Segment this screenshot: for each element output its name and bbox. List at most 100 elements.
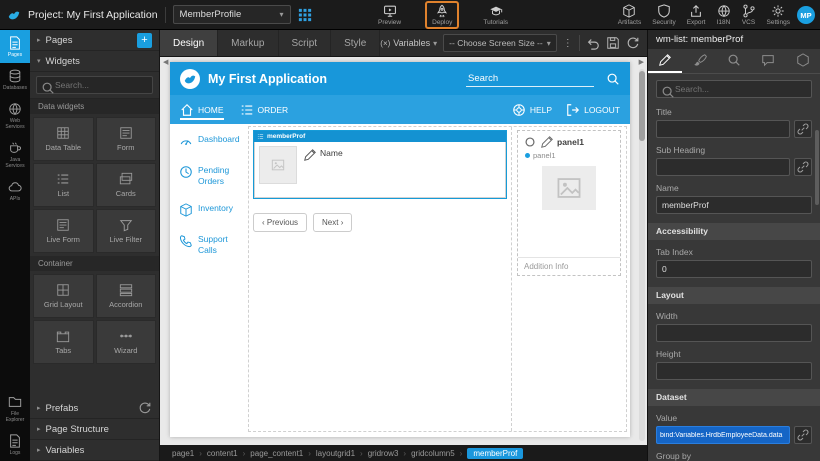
nav-item-order[interactable]: ORDER xyxy=(240,95,289,124)
sidenav-item-dashboard[interactable]: Dashboard xyxy=(179,134,248,148)
width-input[interactable] xyxy=(656,324,812,342)
rail-item-file-explorer[interactable]: File Explorer xyxy=(0,389,30,428)
app-wave-icon xyxy=(183,72,197,86)
properties-search-input[interactable] xyxy=(656,80,812,98)
canvas-scrollbar-thumb[interactable] xyxy=(639,71,645,141)
vcs-button[interactable]: VCS xyxy=(742,4,756,26)
widget-tile-form[interactable]: Form xyxy=(96,117,157,161)
member-list-widget[interactable]: memberProf Name xyxy=(253,130,507,199)
height-input[interactable] xyxy=(656,362,812,380)
sidebar-section-widgets[interactable]: ▾ Widgets xyxy=(30,51,159,72)
widget-tile-wizard[interactable]: Wizard xyxy=(96,320,157,364)
previous-page-button[interactable]: ‹ Previous xyxy=(253,213,307,232)
widget-tile-list[interactable]: List xyxy=(33,163,94,207)
sidenav-item-inventory[interactable]: Inventory xyxy=(179,203,248,217)
breadcrumb-content1[interactable]: content1 xyxy=(207,449,238,458)
panel-widget[interactable]: panel1 panel1 Addition Info xyxy=(517,130,621,276)
rail-item-apis[interactable]: APIs xyxy=(0,174,30,207)
user-avatar[interactable]: MP xyxy=(797,6,815,24)
tab-style[interactable]: Style xyxy=(331,30,380,56)
widget-tile-live-form[interactable]: Live Form xyxy=(33,209,94,253)
sidebar-section-prefabs[interactable]: ▸ Prefabs xyxy=(30,398,159,419)
breadcrumb-page-content1[interactable]: page_content1 xyxy=(250,449,303,458)
tab-events[interactable] xyxy=(751,49,785,73)
rail-item-pages[interactable]: Pages xyxy=(0,30,30,63)
tab-design[interactable]: Design xyxy=(160,30,218,56)
widget-tile-cards[interactable]: Cards xyxy=(96,163,157,207)
panel-image-placeholder[interactable] xyxy=(542,166,596,210)
more-options-icon[interactable]: ⋮ xyxy=(563,38,573,49)
bind-value-button[interactable] xyxy=(794,426,812,444)
breadcrumb-gridcolumn5[interactable]: gridcolumn5 xyxy=(411,449,455,458)
save-button[interactable] xyxy=(606,36,620,50)
sidebar-section-variables[interactable]: ▸ Variables xyxy=(30,440,159,461)
tab-styles[interactable] xyxy=(682,49,716,73)
breadcrumb-gridrow3[interactable]: gridrow3 xyxy=(368,449,399,458)
subheading-input[interactable] xyxy=(656,158,790,176)
tab-properties[interactable] xyxy=(648,49,682,73)
tabindex-input[interactable] xyxy=(656,260,812,278)
breadcrumb-memberprof[interactable]: memberProf xyxy=(467,448,523,459)
nav-item-help[interactable]: HELP xyxy=(512,103,552,117)
preview-button[interactable]: Preview xyxy=(378,4,401,26)
variables-dropdown[interactable]: (×) Variables ▾ xyxy=(380,38,437,48)
widget-tile-tabs[interactable]: Tabs xyxy=(33,320,94,364)
dataset-section-header[interactable]: Dataset xyxy=(648,389,820,406)
chevron-right-icon: ▸ xyxy=(37,36,41,44)
canvas-scrollbar[interactable] xyxy=(639,69,645,441)
refresh-canvas-button[interactable] xyxy=(626,36,640,50)
list-item-name[interactable]: Name xyxy=(303,146,343,193)
screen-size-select[interactable]: -- Choose Screen Size -- ▾ xyxy=(443,34,557,52)
settings-button[interactable]: Settings xyxy=(767,4,791,26)
sidenav-item-support-calls[interactable]: Support Calls xyxy=(179,234,248,255)
rail-item-databases[interactable]: Databases xyxy=(0,63,30,96)
nav-item-home[interactable]: HOME xyxy=(180,95,224,124)
sidenav-item-pending-orders[interactable]: Pending Orders xyxy=(179,165,248,186)
dataset-value-input[interactable] xyxy=(656,426,790,444)
i18n-button[interactable]: I18N xyxy=(717,4,731,26)
tab-search[interactable] xyxy=(717,49,751,73)
export-button[interactable]: Export xyxy=(687,4,706,26)
add-page-button[interactable]: + xyxy=(137,33,152,48)
layout-section-header[interactable]: Layout xyxy=(648,287,820,304)
widget-tile-data-table[interactable]: Data Table xyxy=(33,117,94,161)
bind-title-button[interactable] xyxy=(794,120,812,138)
sidebar-section-page-structure[interactable]: ▸ Page Structure xyxy=(30,419,159,440)
properties-scrollbar-thumb[interactable] xyxy=(815,130,819,205)
page-selector[interactable]: MemberProfile ▾ xyxy=(173,5,291,24)
scroll-left-icon[interactable]: ◀ xyxy=(163,58,168,66)
sidebar-section-pages[interactable]: ▸ Pages + xyxy=(30,30,159,51)
security-shield-icon xyxy=(657,4,671,18)
widget-tile-grid-layout[interactable]: Grid Layout xyxy=(33,274,94,318)
title-input[interactable] xyxy=(656,120,790,138)
name-input[interactable] xyxy=(656,196,812,214)
panel-header[interactable]: panel1 xyxy=(518,131,620,150)
breadcrumb-layoutgrid1[interactable]: layoutgrid1 xyxy=(316,449,355,458)
panel-sublabel-text: panel1 xyxy=(533,151,556,160)
rail-item-java-services[interactable]: Java Services xyxy=(0,135,30,174)
widget-tile-accordion[interactable]: Accordion xyxy=(96,274,157,318)
tab-script[interactable]: Script xyxy=(279,30,332,56)
accessibility-section-header[interactable]: Accessibility xyxy=(648,223,820,240)
bind-subheading-button[interactable] xyxy=(794,158,812,176)
list-item[interactable]: Name xyxy=(254,142,506,198)
tutorials-button[interactable]: Tutorials xyxy=(483,4,508,26)
list-widget-titlebar[interactable]: memberProf xyxy=(254,131,506,142)
rail-item-logs[interactable]: Logs xyxy=(0,428,30,461)
tab-security[interactable] xyxy=(786,49,820,73)
widget-tile-live-filter[interactable]: Live Filter xyxy=(96,209,157,253)
tab-markup[interactable]: Markup xyxy=(218,30,278,56)
refresh-icon[interactable] xyxy=(138,401,152,415)
security-button[interactable]: Security xyxy=(652,4,675,26)
deploy-button[interactable]: Deploy xyxy=(425,1,459,29)
scroll-right-icon[interactable]: ▶ xyxy=(639,58,644,66)
search-icon[interactable] xyxy=(606,72,620,86)
artifacts-button[interactable]: Artifacts xyxy=(618,4,641,26)
rail-item-web-services[interactable]: Web Services xyxy=(0,96,30,135)
undo-button[interactable] xyxy=(586,36,600,50)
next-page-button[interactable]: Next › xyxy=(313,213,352,232)
breadcrumb-page1[interactable]: page1 xyxy=(172,449,194,458)
app-search-input[interactable] xyxy=(466,71,594,87)
nav-item-logout[interactable]: LOGOUT xyxy=(566,103,620,117)
pages-grid-icon[interactable] xyxy=(298,8,312,22)
